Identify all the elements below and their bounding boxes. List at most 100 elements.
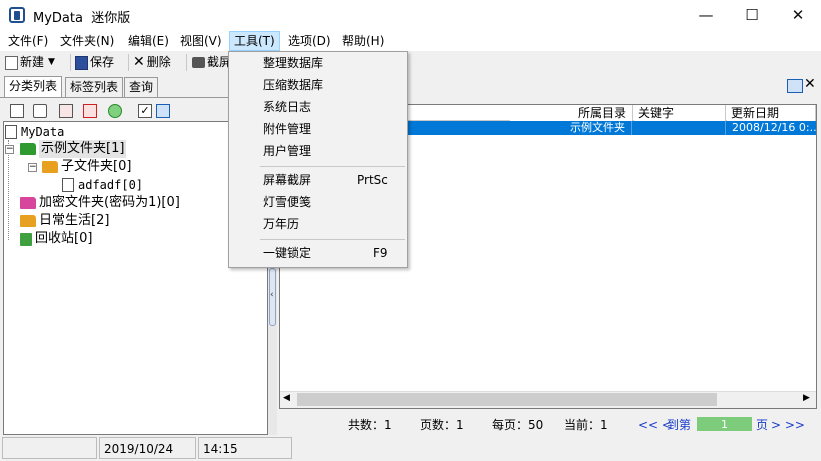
tree-item[interactable]: 回收站[0] <box>20 230 92 248</box>
tree-item[interactable]: adfadf[0] <box>62 176 143 194</box>
menu-file[interactable]: 文件(F) <box>4 31 52 51</box>
menu-view[interactable]: 视图(V) <box>176 31 226 51</box>
toolbar-separator <box>128 54 129 71</box>
tab-tag-list[interactable]: 标签列表 <box>65 77 124 97</box>
goto-label: 到第 <box>667 418 692 432</box>
scrollbar-thumb[interactable] <box>297 393 717 406</box>
column-header-folder[interactable]: 所属目录 <box>510 105 633 121</box>
document-icon <box>5 125 17 139</box>
close-button[interactable]: ✕ <box>775 0 821 31</box>
save-disk-icon <box>75 55 88 70</box>
menu-separator <box>260 166 405 167</box>
refresh-icon[interactable] <box>108 104 122 118</box>
tree-item-label: 回收站[0] <box>35 231 93 246</box>
cell-keyword <box>634 121 726 135</box>
collapse-toggle[interactable]: − <box>28 163 37 172</box>
pages-value: 1 <box>456 418 464 432</box>
status-cell-empty <box>2 437 97 459</box>
tree-item[interactable]: 示例文件夹[1] <box>20 140 127 158</box>
status-date: 2019/10/24 <box>99 437 196 459</box>
menu-tools[interactable]: 工具(T) <box>229 31 280 51</box>
tab-category-list[interactable]: 分类列表 <box>4 76 63 98</box>
app-icon <box>9 7 25 23</box>
scroll-right-icon[interactable]: ▶ <box>803 393 810 403</box>
menu-item-system-log[interactable]: 系统日志 <box>263 96 311 118</box>
column-header-date[interactable]: 更新日期 <box>727 105 816 121</box>
delete-x-icon: ✕ <box>133 54 145 70</box>
tree-view-icon[interactable] <box>156 104 170 118</box>
menu-item-user-management[interactable]: 用户管理 <box>263 140 311 162</box>
menu-folder[interactable]: 文件夹(N) <box>56 31 118 51</box>
toolbar-separator <box>186 54 187 71</box>
menu-item-organize-db[interactable]: 整理数据库 <box>263 52 323 74</box>
screenshot-button[interactable]: 截屏 <box>192 53 231 72</box>
locked-folder-icon <box>20 197 36 209</box>
column-header-keyword[interactable]: 关键字 <box>634 105 726 121</box>
menu-shortcut-lock: F9 <box>373 246 388 260</box>
status-time: 14:15 <box>198 437 292 459</box>
menu-item-compress-db[interactable]: 压缩数据库 <box>263 74 323 96</box>
current-label: 当前： <box>564 418 601 432</box>
collapse-toggle[interactable]: − <box>5 145 14 154</box>
save-button[interactable]: 保存 <box>75 53 114 72</box>
tree-item-label: 加密文件夹(密码为1)[0] <box>39 195 180 210</box>
total-value: 1 <box>384 418 392 432</box>
delete-button-label: 删除 <box>146 55 171 69</box>
current-value: 1 <box>600 418 608 432</box>
delete-button[interactable]: ✕ 删除 <box>133 53 171 72</box>
tree-item-label: 日常生活[2] <box>39 213 110 228</box>
new-button-label: 新建 <box>20 55 45 69</box>
delete-folder-icon[interactable] <box>83 104 97 118</box>
menu-item-calendar[interactable]: 万年历 <box>263 213 299 235</box>
new-folder-icon[interactable] <box>10 104 24 118</box>
save-button-label: 保存 <box>90 55 115 69</box>
tree-root[interactable]: MyData <box>5 123 64 141</box>
menu-separator <box>260 239 405 240</box>
window-title: MyData 迷你版 <box>33 11 131 26</box>
recycle-bin-icon <box>20 232 32 246</box>
tree-item-label: 子文件夹[0] <box>61 159 132 174</box>
toolbar <box>0 51 821 74</box>
menu-item-screenshot[interactable]: 屏幕截屏 <box>263 169 311 191</box>
new-button[interactable]: 新建 ▼ <box>5 53 55 72</box>
menu-item-lock[interactable]: 一键锁定 <box>263 242 311 264</box>
per-page-label: 每页： <box>492 418 529 432</box>
menu-item-attachments[interactable]: 附件管理 <box>263 118 311 140</box>
new-subfolder-icon[interactable] <box>33 104 47 118</box>
tree-item[interactable]: 日常生活[2] <box>20 212 109 230</box>
tree-item-label: 示例文件夹[1] <box>39 140 127 158</box>
tree-root-label: MyData <box>21 125 65 139</box>
edit-folder-icon[interactable] <box>59 104 73 118</box>
document-edit-icon <box>62 178 74 192</box>
total-label: 共数： <box>348 418 385 432</box>
per-page-value: 50 <box>528 418 544 432</box>
folder-open-icon <box>42 161 58 173</box>
tree-item[interactable]: 加密文件夹(密码为1)[0] <box>20 194 180 212</box>
cell-date: 2008/12/16 0:... <box>732 121 816 134</box>
camera-icon <box>192 57 205 68</box>
panel-close-icon[interactable]: ✕ <box>804 76 816 92</box>
next-page-links[interactable]: > >> <box>771 417 805 433</box>
menu-item-notes[interactable]: 灯雪便笺 <box>263 191 311 213</box>
minimize-button[interactable]: — <box>683 0 729 31</box>
tree-guide-line <box>8 140 9 240</box>
page-number-input[interactable] <box>697 417 752 431</box>
scroll-left-icon[interactable]: ◀ <box>283 393 290 403</box>
tab-search[interactable]: 查询 <box>124 77 159 97</box>
new-document-icon <box>5 55 18 70</box>
tree-item[interactable]: 子文件夹[0] <box>42 158 131 176</box>
menu-shortcut-screenshot: PrtSc <box>357 173 388 187</box>
menu-help[interactable]: 帮助(H) <box>338 31 388 51</box>
cell-folder: 示例文件夹 <box>510 121 632 135</box>
dropdown-arrow-icon[interactable]: ▼ <box>48 53 55 72</box>
list-view-icon[interactable] <box>787 79 803 93</box>
checkbox-icon[interactable]: ✓ <box>138 104 152 118</box>
toolbar-separator <box>70 54 71 71</box>
tree-item-label: adfadf[0] <box>78 178 144 192</box>
chevron-left-icon: ‹ <box>270 290 274 300</box>
menu-options[interactable]: 选项(D) <box>284 31 335 51</box>
maximize-button[interactable]: ☐ <box>729 0 775 31</box>
menu-edit[interactable]: 编辑(E) <box>124 31 173 51</box>
page-suffix: 页 <box>756 418 769 432</box>
folder-open-icon <box>20 215 36 227</box>
